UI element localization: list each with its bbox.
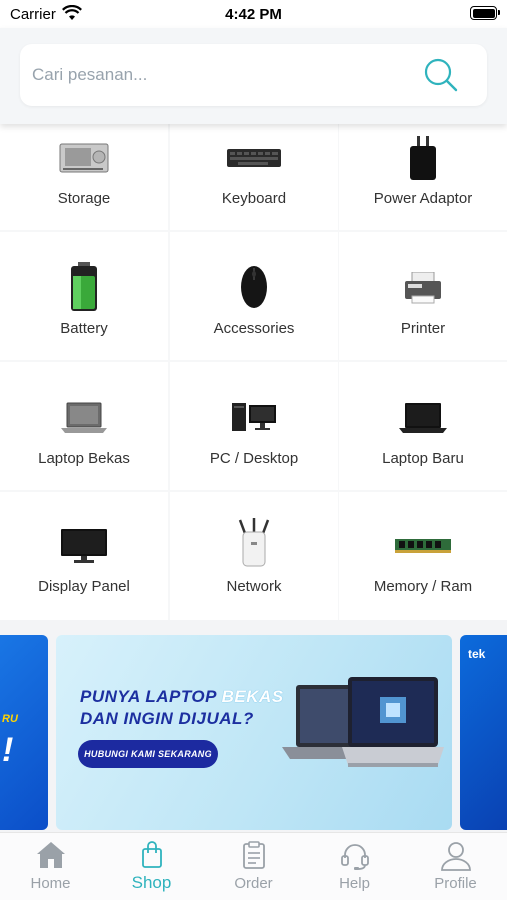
- category-printer[interactable]: Printer: [339, 232, 507, 360]
- promo-banner-next[interactable]: tek: [460, 635, 507, 830]
- router-icon: [170, 518, 338, 568]
- promo-carousel[interactable]: RU ! PUNYA LAPTOP BEKAS DAN INGIN DIJUAL…: [0, 620, 507, 832]
- tab-home[interactable]: Home: [0, 833, 101, 900]
- power-adaptor-icon: [339, 136, 507, 182]
- laptops-illustration: [252, 675, 447, 790]
- category-label: Memory / Ram: [373, 578, 473, 595]
- tab-label: Shop: [131, 873, 172, 892]
- banner-text: !: [2, 731, 14, 769]
- search-icon[interactable]: [423, 57, 459, 93]
- monitor-icon: [0, 528, 168, 564]
- printer-icon: [339, 272, 507, 304]
- category-label: Printer: [400, 320, 446, 337]
- keyboard-icon: [170, 148, 338, 168]
- category-label: Network: [226, 578, 282, 595]
- tab-order[interactable]: Order: [203, 833, 304, 900]
- category-label: PC / Desktop: [209, 450, 299, 467]
- category-display-panel[interactable]: Display Panel: [0, 492, 168, 620]
- category-laptop-bekas[interactable]: Laptop Bekas: [0, 362, 168, 490]
- search-input[interactable]: [32, 58, 412, 92]
- banner-text: RU: [2, 713, 18, 725]
- shopping-bag-icon: [101, 841, 202, 869]
- category-laptop-baru[interactable]: Laptop Baru: [339, 362, 507, 490]
- battery-icon: [0, 262, 168, 312]
- bottom-tab-bar: Home Shop Order Help Profile: [0, 832, 507, 900]
- category-battery[interactable]: Battery: [0, 232, 168, 360]
- banner-text: tek: [468, 647, 486, 661]
- tab-profile[interactable]: Profile: [405, 833, 506, 900]
- tab-label: Order: [234, 875, 273, 892]
- category-keyboard[interactable]: Keyboard: [170, 124, 338, 230]
- category-label: Accessories: [213, 320, 295, 337]
- promo-banner-laptop-bekas[interactable]: PUNYA LAPTOP BEKAS DAN INGIN DIJUAL? HUB…: [56, 635, 452, 830]
- battery-status-icon: [470, 6, 500, 20]
- header: [0, 28, 507, 124]
- category-power-adaptor[interactable]: Power Adaptor: [339, 124, 507, 230]
- home-icon: [0, 841, 101, 869]
- laptop-icon: [0, 402, 168, 434]
- tab-label: Profile: [434, 875, 477, 892]
- category-label: Battery: [60, 320, 108, 337]
- contact-us-button[interactable]: HUBUNGI KAMI SEKARANG: [78, 740, 218, 768]
- clipboard-icon: [203, 841, 304, 869]
- category-label: Storage: [57, 190, 111, 207]
- tab-help[interactable]: Help: [304, 833, 405, 900]
- laptop-icon: [339, 402, 507, 434]
- search-bar: [20, 44, 487, 106]
- category-label: Power Adaptor: [373, 190, 473, 207]
- tab-label: Home: [30, 875, 71, 892]
- promo-banner-previous[interactable]: RU !: [0, 635, 48, 830]
- clock: 4:42 PM: [225, 6, 282, 23]
- category-pc-desktop[interactable]: PC / Desktop: [170, 362, 338, 490]
- storage-icon: [0, 142, 168, 174]
- status-bar: Carrier 4:42 PM: [0, 0, 507, 28]
- category-accessories[interactable]: Accessories: [170, 232, 338, 360]
- mouse-icon: [170, 264, 338, 310]
- category-grid: Storage Keyboard Power Adaptor Battery A…: [0, 124, 507, 620]
- category-memory-ram[interactable]: Memory / Ram: [339, 492, 507, 620]
- category-network[interactable]: Network: [170, 492, 338, 620]
- headset-icon: [304, 841, 405, 871]
- banner-headline: DAN INGIN DIJUAL?: [80, 709, 254, 728]
- tab-label: Help: [339, 875, 370, 892]
- category-storage[interactable]: Storage: [0, 124, 168, 230]
- tab-shop[interactable]: Shop: [101, 833, 202, 900]
- category-label: Laptop Bekas: [38, 450, 130, 467]
- ram-icon: [339, 538, 507, 554]
- category-label: Display Panel: [38, 578, 130, 595]
- category-label: Laptop Baru: [382, 450, 464, 467]
- desktop-icon: [170, 402, 338, 432]
- category-label: Keyboard: [221, 190, 287, 207]
- user-icon: [405, 841, 506, 871]
